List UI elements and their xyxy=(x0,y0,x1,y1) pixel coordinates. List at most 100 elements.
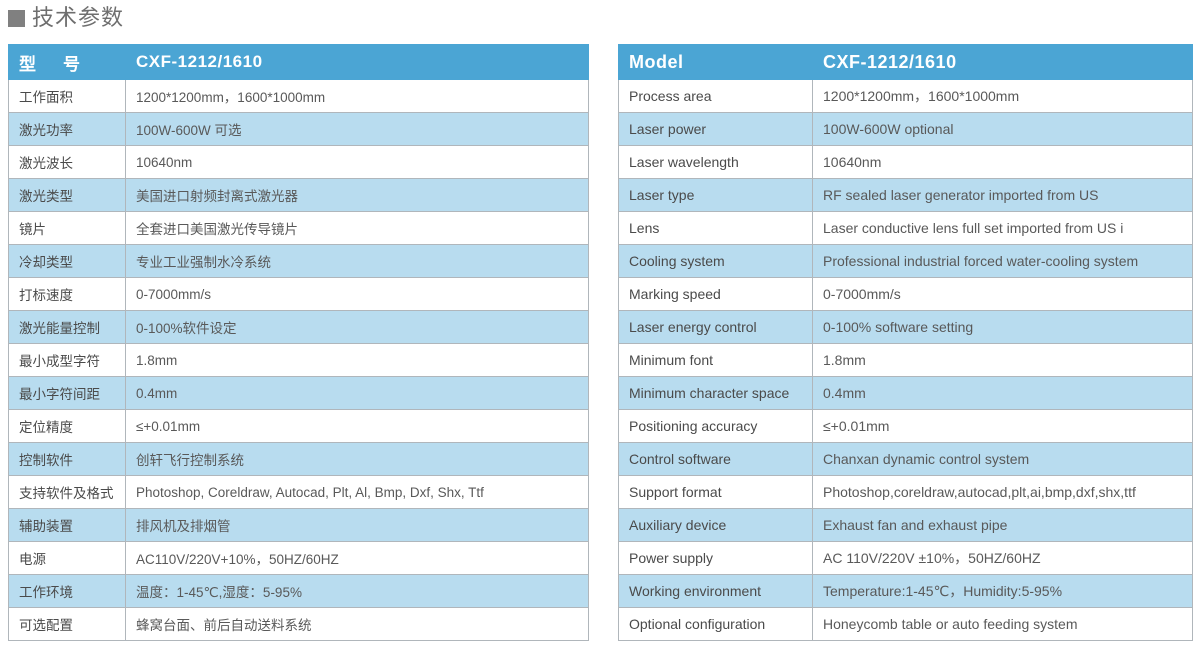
table-row: 镜片 全套进口美国激光传导镜片 xyxy=(8,211,589,245)
cell-parameter-name: 工作环境 xyxy=(8,574,126,608)
cell-parameter-value: AC110V/220V+10%，50HZ/60HZ xyxy=(125,541,589,575)
table-row: Power supply AC 110V/220V ±10%，50HZ/60HZ xyxy=(618,541,1193,575)
cell-parameter-value: 0-7000mm/s xyxy=(125,277,589,311)
cell-parameter-value: 温度：1-45℃,湿度：5-95% xyxy=(125,574,589,608)
cell-parameter-name: Laser energy control xyxy=(618,310,813,344)
spec-table-chinese-body: 工作面积 1200*1200mm，1600*1000mm 激光功率 100W-600W… xyxy=(8,79,589,641)
cell-parameter-name: Process area xyxy=(618,79,813,113)
table-row: 激光波长 10640nm xyxy=(8,145,589,179)
table-row: Minimum font 1.8mm xyxy=(618,343,1193,377)
cell-parameter-name: Cooling system xyxy=(618,244,813,278)
cell-parameter-value: 1.8mm xyxy=(125,343,589,377)
header-cell-key: Model xyxy=(618,44,813,80)
table-row: 辅助装置 排风机及排烟管 xyxy=(8,508,589,542)
cell-parameter-name: 打标速度 xyxy=(8,277,126,311)
cell-parameter-name: 电源 xyxy=(8,541,126,575)
table-row: Laser wavelength 10640nm xyxy=(618,145,1193,179)
cell-parameter-name: 激光能量控制 xyxy=(8,310,126,344)
table-row: 激光功率 100W-600W 可选 xyxy=(8,112,589,146)
cell-parameter-value: ≤+0.01mm xyxy=(125,409,589,443)
table-row: Support format Photoshop,coreldraw,autoca… xyxy=(618,475,1193,509)
cell-parameter-name: Positioning accuracy xyxy=(618,409,813,443)
cell-parameter-value: RF sealed laser generator imported from … xyxy=(812,178,1193,212)
cell-parameter-value: 0-7000mm/s xyxy=(812,277,1193,311)
table-header-row: Model CXF-1212/1610 xyxy=(618,44,1193,80)
table-row: 激光能量控制 0-100%软件设定 xyxy=(8,310,589,344)
spec-table-english: Model CXF-1212/1610 Process area 1200*120… xyxy=(618,44,1193,641)
cell-parameter-name: 最小字符间距 xyxy=(8,376,126,410)
cell-parameter-name: 激光类型 xyxy=(8,178,126,212)
cell-parameter-name: Minimum character space xyxy=(618,376,813,410)
header-cell-value: CXF-1212/1610 xyxy=(125,44,589,80)
cell-parameter-value: 0-100%软件设定 xyxy=(125,310,589,344)
cell-parameter-name: Control software xyxy=(618,442,813,476)
table-row: Working environment Temperature:1-45℃，Hum… xyxy=(618,574,1193,608)
table-header-row: 型 号 CXF-1212/1610 xyxy=(8,44,589,80)
cell-parameter-value: Chanxan dynamic control system xyxy=(812,442,1193,476)
header-cell-value: CXF-1212/1610 xyxy=(812,44,1193,80)
cell-parameter-name: 工作面积 xyxy=(8,79,126,113)
table-row: 可选配置 蜂窝台面、前后自动送料系统 xyxy=(8,607,589,641)
cell-parameter-name: Laser power xyxy=(618,112,813,146)
cell-parameter-value: 美国进口射频封离式激光器 xyxy=(125,178,589,212)
table-row: 控制软件 创轩飞行控制系统 xyxy=(8,442,589,476)
cell-parameter-name: Auxiliary device xyxy=(618,508,813,542)
cell-parameter-value: 全套进口美国激光传导镜片 xyxy=(125,211,589,245)
cell-parameter-value: 0.4mm xyxy=(812,376,1193,410)
page-root: 技术参数 型 号 CXF-1212/1610 工作面积 1200*1200mm，1… xyxy=(0,0,1200,651)
cell-parameter-name: 激光功率 xyxy=(8,112,126,146)
cell-parameter-name: Laser wavelength xyxy=(618,145,813,179)
table-row: Marking speed 0-7000mm/s xyxy=(618,277,1193,311)
cell-parameter-value: Exhaust fan and exhaust pipe xyxy=(812,508,1193,542)
table-row: Laser type RF sealed laser generator impo… xyxy=(618,178,1193,212)
cell-parameter-name: Marking speed xyxy=(618,277,813,311)
cell-parameter-name: Working environment xyxy=(618,574,813,608)
cell-parameter-name: 激光波长 xyxy=(8,145,126,179)
table-row: 最小字符间距 0.4mm xyxy=(8,376,589,410)
table-row: 工作环境 温度：1-45℃,湿度：5-95% xyxy=(8,574,589,608)
cell-parameter-name: Power supply xyxy=(618,541,813,575)
table-row: Positioning accuracy ≤+0.01mm xyxy=(618,409,1193,443)
table-row: Minimum character space 0.4mm xyxy=(618,376,1193,410)
cell-parameter-value: 1200*1200mm，1600*1000mm xyxy=(125,79,589,113)
cell-parameter-name: Lens xyxy=(618,211,813,245)
table-row: 最小成型字符 1.8mm xyxy=(8,343,589,377)
spec-table-english-head: Model CXF-1212/1610 xyxy=(618,44,1193,80)
table-row: 打标速度 0-7000mm/s xyxy=(8,277,589,311)
cell-parameter-name: Minimum font xyxy=(618,343,813,377)
cell-parameter-value: Temperature:1-45℃，Humidity:5-95% xyxy=(812,574,1193,608)
cell-parameter-name: 镜片 xyxy=(8,211,126,245)
table-row: Optional configuration Honeycomb table or… xyxy=(618,607,1193,641)
cell-parameter-name: 最小成型字符 xyxy=(8,343,126,377)
spec-table-english-body: Process area 1200*1200mm，1600*1000mm Laser… xyxy=(618,79,1193,641)
cell-parameter-value: 100W-600W optional xyxy=(812,112,1193,146)
cell-parameter-value: 0.4mm xyxy=(125,376,589,410)
cell-parameter-value: Professional industrial forced water-coo… xyxy=(812,244,1193,278)
cell-parameter-value: Honeycomb table or auto feeding system xyxy=(812,607,1193,641)
cell-parameter-value: 10640nm xyxy=(812,145,1193,179)
table-row: Control software Chanxan dynamic control … xyxy=(618,442,1193,476)
table-row: 定位精度 ≤+0.01mm xyxy=(8,409,589,443)
page-title: 技术参数 xyxy=(8,2,124,34)
square-bullet-icon xyxy=(8,9,25,27)
header-cell-key: 型 号 xyxy=(8,44,126,80)
table-row: Cooling system Professional industrial fo… xyxy=(618,244,1193,278)
cell-parameter-name: Support format xyxy=(618,475,813,509)
cell-parameter-value: ≤+0.01mm xyxy=(812,409,1193,443)
table-row: Auxiliary device Exhaust fan and exhaust … xyxy=(618,508,1193,542)
cell-parameter-value: Laser conductive lens full set imported … xyxy=(812,211,1193,245)
page-title-label: 技术参数 xyxy=(32,5,125,30)
table-row: Laser power 100W-600W optional xyxy=(618,112,1193,146)
cell-parameter-value: 0-100% software setting xyxy=(812,310,1193,344)
cell-parameter-name: 冷却类型 xyxy=(8,244,126,278)
cell-parameter-value: 1200*1200mm，1600*1000mm xyxy=(812,79,1193,113)
table-row: 支持软件及格式 Photoshop, Coreldraw, Autocad, Pl… xyxy=(8,475,589,509)
cell-parameter-name: 辅助装置 xyxy=(8,508,126,542)
table-row: 激光类型 美国进口射频封离式激光器 xyxy=(8,178,589,212)
cell-parameter-value: 10640nm xyxy=(125,145,589,179)
cell-parameter-name: Optional configuration xyxy=(618,607,813,641)
cell-parameter-name: 可选配置 xyxy=(8,607,126,641)
cell-parameter-name: 支持软件及格式 xyxy=(8,475,126,509)
cell-parameter-name: 定位精度 xyxy=(8,409,126,443)
cell-parameter-value: Photoshop, Coreldraw, Autocad, Plt, Al, … xyxy=(125,475,589,509)
